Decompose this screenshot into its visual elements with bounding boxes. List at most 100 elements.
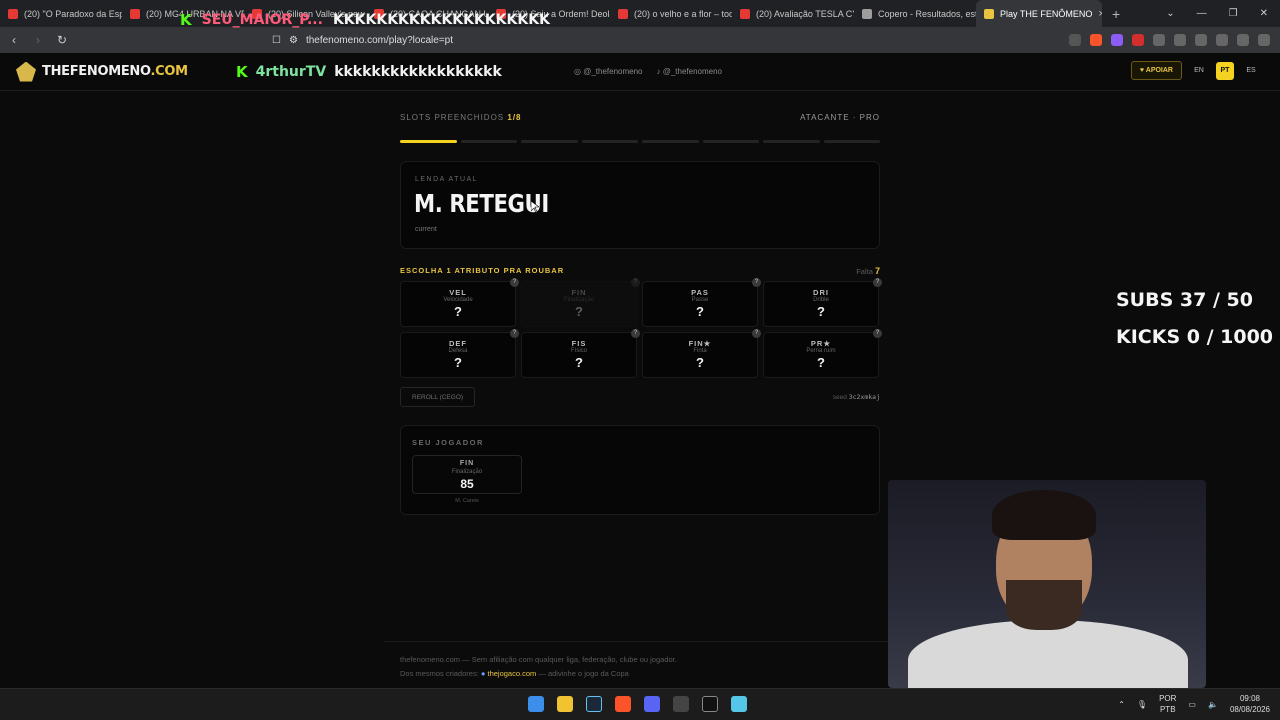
app-icon[interactable]	[673, 696, 689, 712]
attribute-name: Físico	[570, 348, 587, 354]
progress-segment	[521, 140, 578, 143]
extension-icon[interactable]	[1132, 34, 1144, 46]
attribute-card[interactable]: PR★ Perna ruim??	[763, 329, 882, 378]
attribute-value: ?	[454, 304, 462, 319]
tab-search-icon[interactable]: ⌄	[1166, 8, 1174, 19]
attribute-name: Drible	[813, 297, 829, 303]
steam-icon[interactable]	[586, 696, 602, 712]
attribute-card[interactable]: FIN★ Finta??	[642, 329, 761, 378]
browser-tab[interactable]: Copero - Resultados, esta	[854, 0, 976, 27]
attribute-value: ?	[817, 304, 825, 319]
instagram-link[interactable]: ◎ @_thefenomeno	[574, 67, 642, 76]
menu-icon[interactable]	[1258, 34, 1270, 46]
sidebar-icon[interactable]	[1174, 34, 1186, 46]
progress-segment	[581, 140, 638, 143]
cast-icon[interactable]	[1069, 34, 1081, 46]
youtube-icon	[618, 8, 628, 19]
brave-shield-icon[interactable]	[1090, 34, 1102, 46]
clock[interactable]: 09:08 08/08/2026	[1230, 693, 1270, 715]
progress-segment	[460, 140, 517, 143]
speaker-icon[interactable]: 🔈	[1208, 700, 1218, 709]
attribute-value: ?	[817, 355, 825, 370]
vpn-icon[interactable]	[1237, 34, 1249, 46]
player-stat-slot: FIN Finalização 85	[412, 455, 522, 494]
attribute-card[interactable]: VEL Velocidade??	[400, 278, 519, 327]
thejogaco-link[interactable]: thejogaco.com	[488, 669, 537, 678]
attribute-abbr: PAS	[691, 288, 709, 297]
help-icon[interactable]: ?	[752, 278, 761, 287]
site-icon	[984, 8, 994, 19]
browser-tab[interactable]: (20) Avaliação TESLA CYB	[732, 0, 854, 27]
brave-rewards-icon[interactable]	[1111, 34, 1123, 46]
ai-icon[interactable]	[1216, 34, 1228, 46]
browser-tab[interactable]: (20) o velho e a flor – toq	[610, 0, 732, 27]
help-icon[interactable]: ?	[631, 278, 640, 287]
lang-pt[interactable]: PT	[1216, 61, 1234, 80]
attribute-value: ?	[454, 355, 462, 370]
help-icon[interactable]: ?	[752, 329, 761, 338]
support-button[interactable]: ♥ APOIAR	[1130, 61, 1182, 80]
legend-name: M. RETEGUI	[414, 189, 549, 218]
display-icon[interactable]: ▭	[1188, 700, 1196, 709]
kick-icon: K	[236, 63, 248, 81]
attribute-name: Defesa	[448, 348, 468, 354]
help-icon[interactable]: ?	[873, 278, 882, 287]
attribute-card[interactable]: PAS Passe??	[642, 278, 761, 327]
help-icon[interactable]: ?	[873, 329, 882, 338]
remaining-count: Falta 7	[856, 266, 880, 276]
help-icon[interactable]: ?	[510, 329, 519, 338]
windows-start-icon[interactable]	[528, 696, 544, 712]
site-icon	[862, 8, 872, 19]
legend-sub: current	[415, 226, 437, 233]
site-info-icon[interactable]: ⚙	[289, 35, 298, 46]
notepad-icon[interactable]	[731, 696, 747, 712]
minimize-icon[interactable]: —	[1197, 8, 1207, 19]
help-icon[interactable]: ?	[631, 329, 640, 338]
mouse-cursor-icon	[531, 201, 539, 213]
reload-icon[interactable]: ↻	[52, 33, 72, 47]
back-icon[interactable]: ‹	[4, 33, 24, 47]
reroll-button[interactable]: REROLL (CEGO)	[400, 387, 476, 407]
attribute-card[interactable]: DEF Defesa??	[400, 329, 519, 378]
file-explorer-icon[interactable]	[557, 696, 573, 712]
restore-icon[interactable]: ❐	[1229, 8, 1238, 19]
attribute-abbr: PR★	[810, 339, 832, 348]
tiktok-link[interactable]: ♪ @_thefenomeno	[656, 67, 722, 76]
tray-chevron-icon[interactable]: ⌃	[1118, 700, 1125, 709]
bookmark-icon[interactable]: ☐	[272, 35, 281, 46]
brave-icon[interactable]	[615, 696, 631, 712]
wallet-icon[interactable]	[1195, 34, 1207, 46]
input-language[interactable]: POR PTB	[1159, 693, 1176, 715]
new-tab-icon[interactable]: +	[1102, 6, 1130, 22]
progress-segment	[400, 140, 457, 143]
lang-en[interactable]: EN	[1190, 62, 1208, 80]
extensions-puzzle-icon[interactable]	[1153, 34, 1165, 46]
help-icon[interactable]: ?	[510, 278, 519, 287]
attribute-abbr: DRI	[813, 288, 829, 297]
mic-icon[interactable]: 🎙	[1137, 700, 1147, 709]
progress-segment	[702, 140, 759, 143]
attribute-card[interactable]: DRI Drible??	[763, 278, 882, 327]
stat-source: M. Careis	[455, 498, 479, 504]
youtube-icon	[740, 8, 750, 19]
discord-icon[interactable]	[644, 696, 660, 712]
browser-tab-active[interactable]: Play THE FENÔMENO ×	[976, 0, 1102, 27]
close-window-icon[interactable]: ✕	[1260, 8, 1268, 19]
attribute-name: Velocidade	[443, 297, 473, 303]
forward-icon[interactable]: ›	[28, 33, 48, 47]
lang-es[interactable]: ES	[1242, 62, 1260, 80]
progress-segment	[823, 140, 880, 143]
attribute-value: ?	[696, 355, 704, 370]
attribute-abbr: VEL	[449, 288, 467, 297]
url-field[interactable]: ☐ ⚙ thefenomeno.com/play?locale=pt	[272, 30, 1012, 50]
attribute-card[interactable]: FIS Físico??	[521, 329, 640, 378]
progress-segment	[763, 140, 820, 143]
site-logo[interactable]: THEFENOMENO.COM	[16, 61, 188, 82]
attribute-abbr: DEF	[449, 339, 467, 348]
slots-label: SLOTS PREENCHIDOS	[400, 113, 505, 122]
browser-tab[interactable]: (20) "O Paradoxo da Espe	[0, 0, 122, 27]
capcut-icon[interactable]	[702, 696, 718, 712]
attribute-value: ?	[575, 355, 583, 370]
current-legend-card: LENDA ATUAL M. RETEGUI current	[400, 161, 880, 249]
stat-value: 85	[460, 477, 474, 491]
